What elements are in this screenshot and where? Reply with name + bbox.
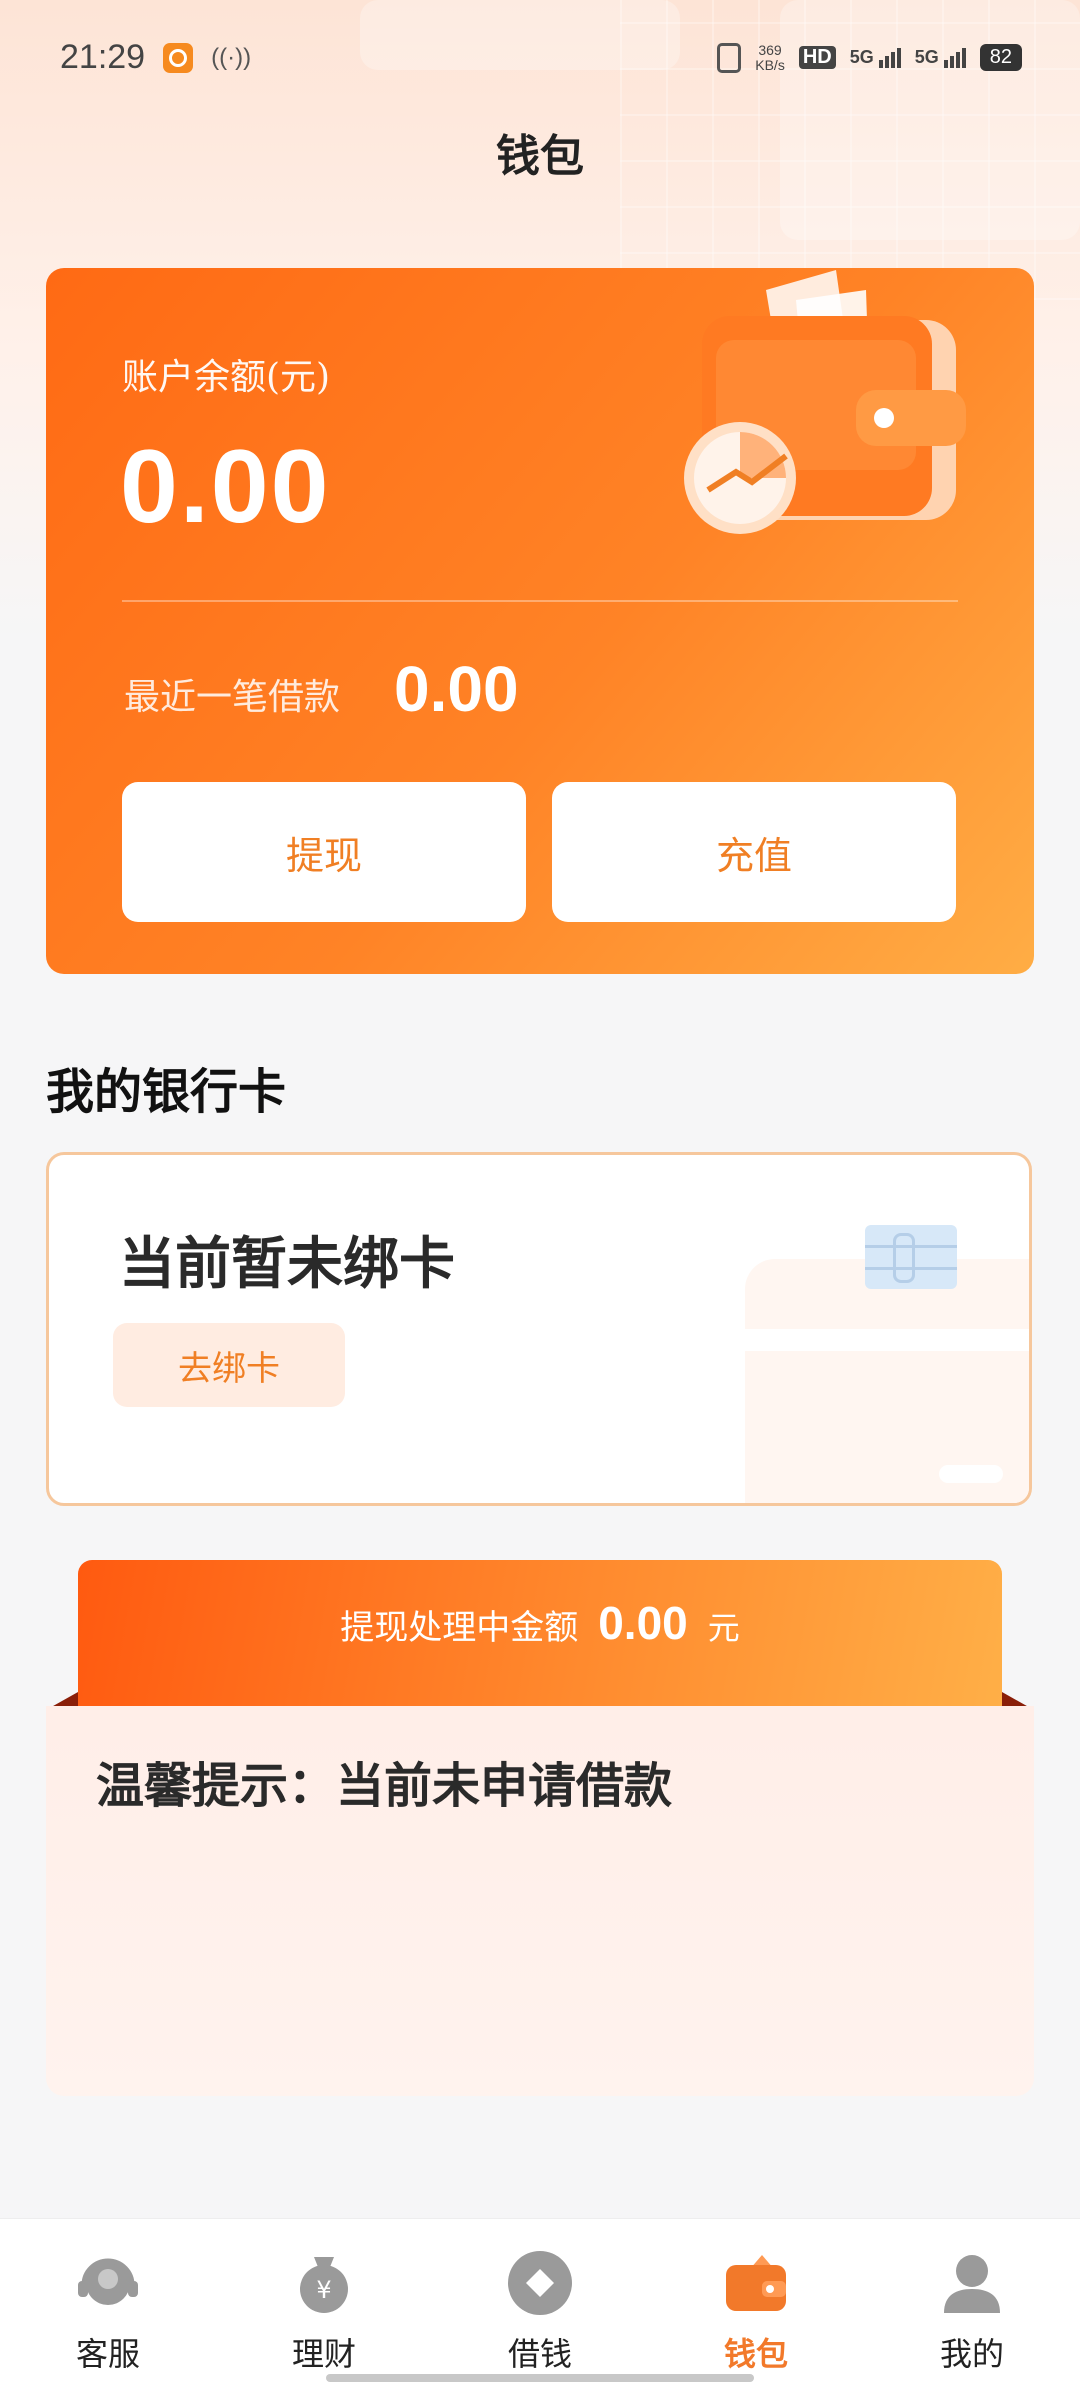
status-time: 21:29 [60, 38, 146, 76]
pending-amount: 0.00 [598, 1597, 688, 1649]
wallet-balance-card: 账户余额(元) 0.00 最近一笔借款 0.00 提现 充值 [46, 268, 1034, 974]
no-card-text: 当前暂未绑卡 [119, 1231, 455, 1297]
svg-text:¥: ¥ [316, 2276, 331, 2304]
page-title: 钱包 [496, 131, 584, 182]
user-icon [936, 2247, 1008, 2319]
balance-label: 账户余额(元) [122, 357, 331, 398]
bottom-tab-bar: 客服 ¥ 理财 借钱 钱包 我的 [0, 2218, 1080, 2389]
hd-icon: HD [798, 46, 836, 69]
tab-label: 借钱 [507, 2335, 572, 2373]
tip-box: 温馨提示：当前未申请借款 [46, 1706, 1034, 2096]
tab-customer-service[interactable]: 客服 [0, 2219, 216, 2389]
pending-label: 提现处理中金额 [340, 1608, 579, 1648]
tab-label: 钱包 [723, 2335, 788, 2373]
bind-card-button[interactable]: 去绑卡 [113, 1323, 345, 1407]
wallet-illustration-icon [684, 270, 966, 534]
battery-icon: 82 [979, 44, 1022, 71]
borrow-diamond-icon [504, 2247, 576, 2319]
bank-card-section-title: 我的银行卡 [46, 1064, 287, 1120]
status-bar: 21:29 ((·)) 369 KB/s HD 5G 5G 82 [0, 0, 1080, 115]
tab-profile[interactable]: 我的 [864, 2219, 1080, 2389]
recent-loan-label: 最近一笔借款 [124, 677, 341, 718]
tab-wallet[interactable]: 钱包 [648, 2219, 864, 2389]
vibrate-icon [717, 42, 742, 73]
card-divider [122, 600, 958, 602]
recharge-button[interactable]: 充值 [552, 782, 956, 922]
balance-value: 0.00 [120, 429, 331, 545]
tab-finance[interactable]: ¥ 理财 [216, 2219, 432, 2389]
recent-loan-value: 0.00 [394, 653, 519, 725]
wallet-icon [720, 2247, 792, 2319]
money-bag-icon: ¥ [288, 2247, 360, 2319]
pending-unit: 元 [707, 1609, 740, 1647]
bank-card-panel: 当前暂未绑卡 去绑卡 [46, 1152, 1032, 1506]
tab-label: 我的 [939, 2335, 1004, 2373]
app-notification-icon [163, 42, 194, 73]
withdraw-button[interactable]: 提现 [122, 782, 526, 922]
customer-service-icon [72, 2247, 144, 2319]
tab-borrow[interactable]: 借钱 [432, 2219, 648, 2389]
signal-5g-icon: 5G [915, 47, 966, 68]
hotspot-icon: ((·)) [211, 43, 252, 71]
tab-label: 理财 [291, 2335, 356, 2373]
card-decoration [745, 1259, 1029, 1503]
signal-5g-icon: 5G [850, 47, 901, 68]
network-speed: 369 KB/s [755, 41, 785, 73]
withdraw-pending-section: 提现处理中金额 0.00 元 温馨提示：当前未申请借款 [46, 1560, 1034, 2096]
pending-banner: 提现处理中金额 0.00 元 [78, 1560, 1002, 1710]
home-indicator[interactable] [326, 2374, 754, 2382]
tab-label: 客服 [75, 2335, 140, 2373]
tip-text: 温馨提示：当前未申请借款 [96, 1758, 673, 1814]
card-chip-icon [865, 1225, 957, 1289]
